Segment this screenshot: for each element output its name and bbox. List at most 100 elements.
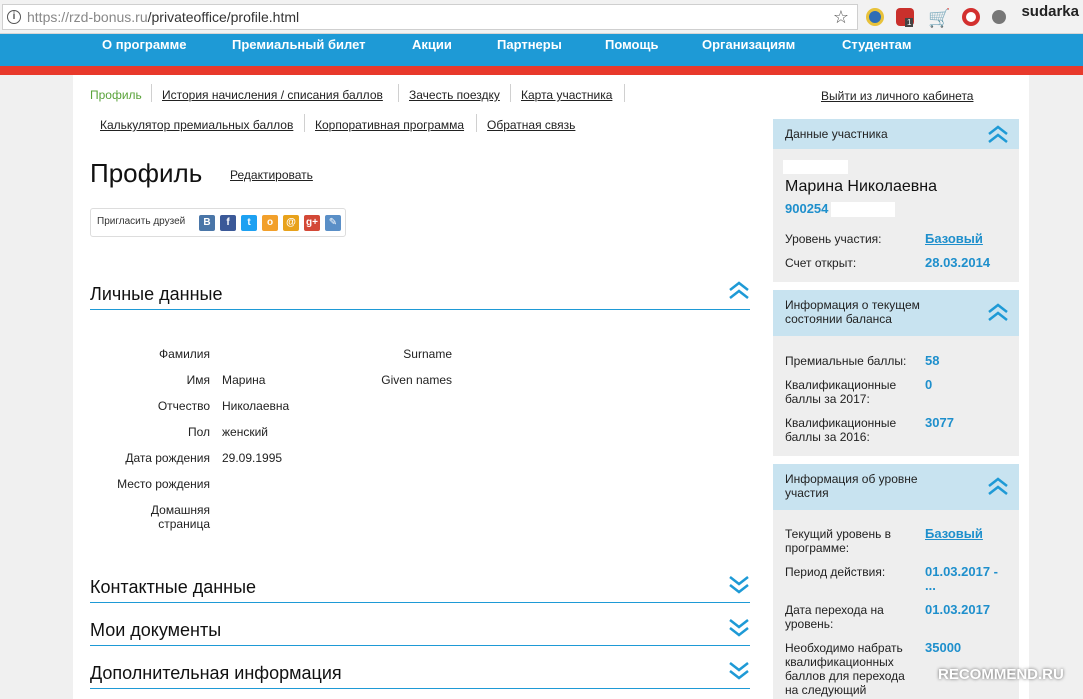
tab-profile[interactable]: Профиль [90,88,142,102]
field-value-birthdate: 29.09.1995 [222,451,283,465]
extension-gray-icon[interactable] [992,10,1006,24]
transition-label: Дата перехода на уровень: [785,603,884,631]
premium-points-label: Премиальные баллы: [785,354,907,368]
transition-line1: Дата перехода на [785,603,884,617]
period-value-line2: ... [925,578,936,593]
tab-history[interactable]: История начисления / списания баллов [162,88,383,102]
nav-help[interactable]: Помощь [605,37,658,52]
field-label-surname: Фамилия [159,347,210,361]
chevron-up-icon[interactable] [987,477,1009,502]
member-data-header[interactable]: Данные участника [773,119,1019,149]
chevron-down-icon[interactable] [728,616,750,643]
address-bar[interactable]: i https://rzd-bonus.ru/privateoffice/pro… [2,4,858,30]
googleplus-icon[interactable]: g+ [304,215,320,231]
level-label: Уровень участия: [785,232,882,246]
premium-points-value: 58 [925,353,940,368]
vk-icon[interactable]: В [199,215,215,231]
chevron-down-icon[interactable] [728,659,750,686]
chevron-up-icon[interactable] [987,303,1009,328]
tab-feedback[interactable]: Обратная связь [487,118,575,132]
field-label-gender: Пол [187,425,210,439]
nav-students[interactable]: Студентам [842,37,912,52]
tab-member-card[interactable]: Карта участника [521,88,612,102]
member-data-panel: Данные участника Марина Николаевна 90025… [773,119,1019,282]
watermark: RECOMMEND.RU [938,666,1064,683]
opened-value: 28.03.2014 [925,255,991,270]
balance-header[interactable]: Информация о текущем состоянии баланса [773,290,1019,336]
period-value: 01.03.2017 -... [925,565,998,593]
tab-calculator[interactable]: Калькулятор премиальных баллов [100,118,293,132]
needed-line2: квалификационных [785,655,894,669]
nav-partners[interactable]: Партнеры [497,37,562,52]
needed-line4: на следующий [785,683,867,697]
browser-profile-name[interactable]: sudarka [1021,3,1079,20]
qualification-2016-label: Квалификационные баллы за 2016: [785,416,896,444]
chevron-down-icon[interactable] [728,573,750,600]
transition-value: 01.03.2017 [925,602,991,617]
field-label-name: Имя [186,373,210,387]
field-label-surname-en: Surname [403,347,452,361]
section-personal-header[interactable]: Личные данные [90,280,750,310]
tab-divider [304,114,305,132]
member-data-title: Данные участника [785,127,888,141]
field-label-birthplace: Место рождения [117,477,210,491]
share-widget: Пригласить друзей В f t о @ g+ ✎ [90,208,346,237]
member-name: Марина Николаевна [785,178,938,195]
q2016-line1: Квалификационные [785,416,897,430]
target-icon[interactable] [962,8,980,26]
chevron-up-icon[interactable] [987,125,1009,150]
bookmark-star-icon[interactable]: ☆ [833,7,849,28]
chevron-up-icon[interactable] [728,280,750,307]
odnoklassniki-icon[interactable]: о [262,215,278,231]
needed-points-label: Необходимо набрать квалификационных баллов… [785,641,905,697]
needed-points-value: 35000 [925,640,962,655]
section-contacts-title: Контактные данные [90,577,257,597]
q2017-line2: баллы за 2017: [785,392,870,406]
level-title-line2: участия [785,486,829,500]
current-level-line1: Текущий уровень в [785,527,892,541]
section-personal-title: Личные данные [90,284,223,304]
nav-premium-ticket[interactable]: Премиальный билет [232,37,366,52]
nav-organizations[interactable]: Организациям [702,37,795,52]
needed-line3: баллов для перехода [785,669,905,683]
qualification-2017-value: 0 [925,377,933,392]
cart-icon[interactable]: 🛒 [928,8,950,29]
redacted-block [831,202,895,217]
twitter-icon[interactable]: t [241,215,257,231]
period-label: Период действия: [785,565,886,579]
extension-icon[interactable] [866,8,884,26]
tab-count-trip[interactable]: Зачесть поездку [409,88,500,102]
livejournal-icon[interactable]: ✎ [325,215,341,231]
nav-about[interactable]: О программе [102,37,187,52]
section-documents-header[interactable]: Мои документы [90,616,750,646]
qualification-2016-value: 3077 [925,415,954,430]
current-level-label: Текущий уровень в программе: [785,527,891,555]
period-value-line1: 01.03.2017 - [925,564,999,579]
mailru-icon[interactable]: @ [283,215,299,231]
edit-profile-link[interactable]: Редактировать [230,168,313,182]
url-text[interactable]: https://rzd-bonus.ru/privateoffice/profi… [27,9,299,25]
section-additional-header[interactable]: Дополнительная информация [90,659,750,689]
url-path: /privateoffice/profile.html [147,9,300,25]
level-info-panel: Информация об уровне участия Текущий уров… [773,464,1019,699]
balance-title: Информация о текущем состоянии баланса [785,298,920,326]
tab-divider [476,114,477,132]
q2016-line2: баллы за 2016: [785,430,870,444]
balance-title-line1: Информация о текущем [785,298,920,312]
section-contacts-header[interactable]: Контактные данные [90,573,750,603]
tab-corporate[interactable]: Корпоративная программа [315,118,464,132]
nav-promos[interactable]: Акции [412,37,452,52]
info-icon[interactable]: i [7,10,21,24]
level-value-link[interactable]: Базовый [925,232,983,246]
redacted-block [783,160,848,174]
opened-label: Счет открыт: [785,256,857,270]
facebook-icon[interactable]: f [220,215,236,231]
qualification-2017-label: Квалификационные баллы за 2017: [785,378,896,406]
level-info-header[interactable]: Информация об уровне участия [773,464,1019,510]
level-title-line1: Информация об уровне [785,472,918,486]
transition-line2: уровень: [785,617,834,631]
section-documents-title: Мои документы [90,620,222,640]
current-level-link[interactable]: Базовый [925,527,983,541]
tab-divider [398,84,399,102]
logout-link[interactable]: Выйти из личного кабинета [821,89,973,103]
